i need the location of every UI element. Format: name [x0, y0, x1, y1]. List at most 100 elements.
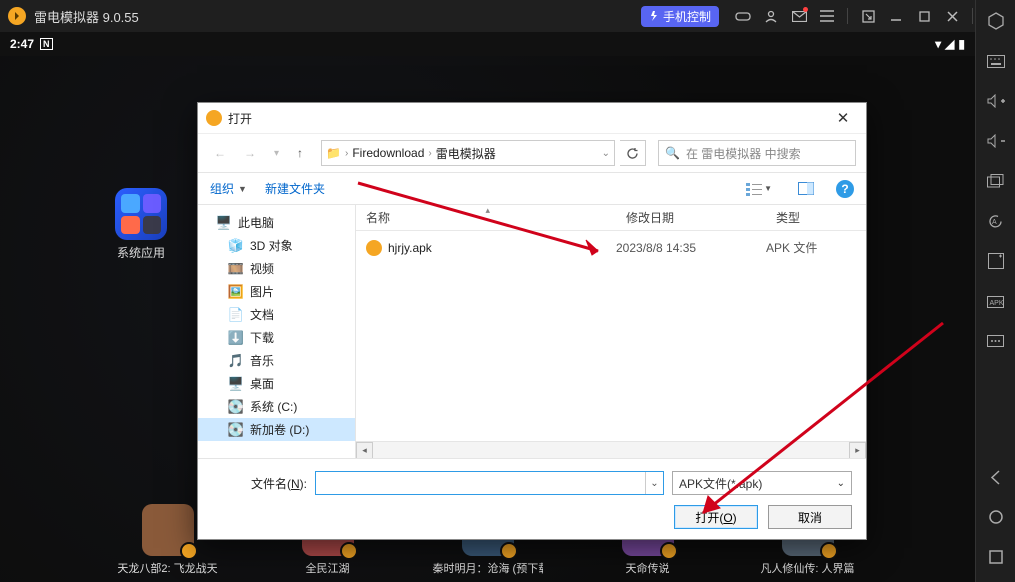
tree-item[interactable]: 💽系统 (C:): [198, 395, 355, 418]
nav-up-button[interactable]: ↑: [291, 142, 309, 164]
tree-label: 下载: [250, 329, 274, 346]
tree-item[interactable]: 🎞️视频: [198, 257, 355, 280]
right-toolbar: A APK: [975, 0, 1015, 582]
help-button[interactable]: ?: [836, 180, 854, 198]
file-list-pane: 名称▴ 修改日期 类型 hjrjy.apk 2023/8/8 14:35 APK…: [356, 205, 866, 458]
nav-home-icon[interactable]: [985, 506, 1007, 528]
tree-item[interactable]: 📄 文档: [198, 303, 355, 326]
col-date[interactable]: 修改日期: [616, 205, 766, 230]
tree-label: 文档: [250, 306, 274, 323]
phone-control-button[interactable]: 手机控制: [641, 6, 719, 27]
mute-badge-icon: N: [40, 38, 53, 50]
screenshot-icon[interactable]: APK: [985, 290, 1007, 312]
app-logo-icon: [8, 7, 26, 25]
open-button[interactable]: 打开(O): [674, 505, 758, 529]
close-icon[interactable]: [938, 4, 966, 28]
system-apps-label: 系统应用: [113, 244, 169, 261]
nav-recents-icon[interactable]: [985, 546, 1007, 568]
dock-label: 凡人修仙传: 人界篇: [753, 560, 863, 576]
refresh-button[interactable]: [620, 140, 646, 166]
download-badge-icon: [500, 542, 518, 560]
android-statusbar: 2:47 N ▾ ◢ ▮: [0, 32, 975, 56]
battery-icon: ▮: [958, 37, 965, 51]
dialog-close-button[interactable]: ✕: [828, 109, 858, 127]
dialog-logo-icon: [206, 110, 222, 126]
dock-thumb: [142, 504, 194, 556]
menu-icon[interactable]: [813, 4, 841, 28]
dl-icon: ⬇️: [228, 330, 244, 346]
download-badge-icon: [820, 542, 838, 560]
breadcrumb-seg-1[interactable]: 雷电模拟器: [436, 145, 496, 162]
nav-back-button[interactable]: ←: [208, 142, 232, 164]
search-input[interactable]: 🔍 在 雷电模拟器 中搜索: [658, 140, 856, 166]
shape-hex-icon[interactable]: [985, 10, 1007, 32]
multi-window-icon[interactable]: [985, 170, 1007, 192]
volume-down-icon[interactable]: [985, 130, 1007, 152]
volume-up-icon[interactable]: [985, 90, 1007, 112]
nav-forward-button[interactable]: →: [238, 142, 262, 164]
tree-label: 新加卷 (D:): [250, 421, 309, 438]
desk-icon: 🖥️: [228, 376, 244, 392]
view-mode-button[interactable]: ▼: [742, 180, 776, 198]
organize-menu[interactable]: 组织 ▼: [210, 180, 247, 197]
history-dropdown[interactable]: ▾: [268, 144, 285, 163]
video-icon: 🎞️: [228, 261, 244, 277]
tree-item[interactable]: 🖥️ 桌面: [198, 372, 355, 395]
file-name: hjrjy.apk: [388, 241, 432, 255]
keyboard-icon[interactable]: [985, 50, 1007, 72]
dialog-nav: ← → ▾ ↑ 📁 › Firedownload › 雷电模拟器 ⌄ 🔍 在 雷…: [198, 133, 866, 173]
more-icon[interactable]: [985, 330, 1007, 352]
dock-label: 天龙八部2: 飞龙战天: [113, 560, 223, 576]
tree-item[interactable]: 🎵音乐: [198, 349, 355, 372]
filename-label: 文件名(N):: [212, 475, 307, 492]
nav-back-icon[interactable]: [985, 466, 1007, 488]
fullscreen-icon[interactable]: [854, 4, 882, 28]
file-type: APK 文件: [766, 239, 866, 256]
col-name[interactable]: 名称▴: [356, 205, 616, 230]
tree-item[interactable]: 🧊3D 对象: [198, 234, 355, 257]
horizontal-scrollbar[interactable]: ◂ ▸: [356, 441, 866, 458]
preview-pane-button[interactable]: [794, 180, 818, 197]
chevron-right-icon: ›: [428, 148, 431, 159]
search-icon: 🔍: [665, 146, 680, 160]
file-row[interactable]: hjrjy.apk 2023/8/8 14:35 APK 文件: [356, 237, 866, 258]
col-type[interactable]: 类型: [766, 205, 866, 230]
system-apps-shortcut[interactable]: 系统应用: [113, 188, 169, 261]
file-date: 2023/8/8 14:35: [616, 241, 766, 255]
filetype-filter[interactable]: APK文件(*.apk)⌄: [672, 471, 852, 495]
scroll-right-button[interactable]: ▸: [849, 442, 866, 459]
breadcrumb-seg-0[interactable]: Firedownload: [352, 146, 424, 160]
drive-icon: 💽: [228, 422, 244, 438]
user-icon[interactable]: [757, 4, 785, 28]
new-folder-button[interactable]: 新建文件夹: [265, 180, 325, 197]
filename-input[interactable]: ⌄: [315, 471, 664, 495]
dialog-title: 打开: [228, 110, 252, 127]
tree-label: 桌面: [250, 375, 274, 392]
emulator-screen: 2:47 N ▾ ◢ ▮ 系统应用 天龙八部2: 飞龙战天全民江湖秦时明月：沧海…: [0, 32, 975, 582]
cancel-button[interactable]: 取消: [768, 505, 852, 529]
chevron-down-icon[interactable]: ⌄: [602, 148, 610, 159]
scroll-left-button[interactable]: ◂: [356, 442, 373, 459]
tree-item[interactable]: ⬇️ 下载: [198, 326, 355, 349]
sync-icon[interactable]: A: [985, 210, 1007, 232]
tree-item[interactable]: 💽 新加卷 (D:): [198, 418, 355, 441]
folder-icon: 📁: [326, 146, 341, 160]
chevron-down-icon[interactable]: ⌄: [645, 472, 663, 494]
breadcrumb[interactable]: 📁 › Firedownload › 雷电模拟器 ⌄: [321, 140, 615, 166]
download-badge-icon: [340, 542, 358, 560]
tree-item[interactable]: 🖥️此电脑: [198, 211, 355, 234]
signal-icon: ◢: [945, 37, 954, 51]
gamepad-icon[interactable]: [729, 4, 757, 28]
svg-text:APK: APK: [990, 300, 1004, 307]
minimize-icon[interactable]: [882, 4, 910, 28]
doc-icon: 📄: [228, 307, 244, 323]
maximize-icon[interactable]: [910, 4, 938, 28]
install-apk-icon[interactable]: [985, 250, 1007, 272]
wifi-icon: ▾: [935, 37, 941, 51]
dialog-footer: 文件名(N): ⌄ APK文件(*.apk)⌄ 打开(O) 取消: [198, 458, 866, 539]
tree-label: 3D 对象: [250, 237, 293, 254]
tree-label: 系统 (C:): [250, 398, 297, 415]
tree-item[interactable]: 🖼️图片: [198, 280, 355, 303]
mail-icon[interactable]: [785, 4, 813, 28]
sort-asc-icon: ▴: [486, 205, 491, 216]
